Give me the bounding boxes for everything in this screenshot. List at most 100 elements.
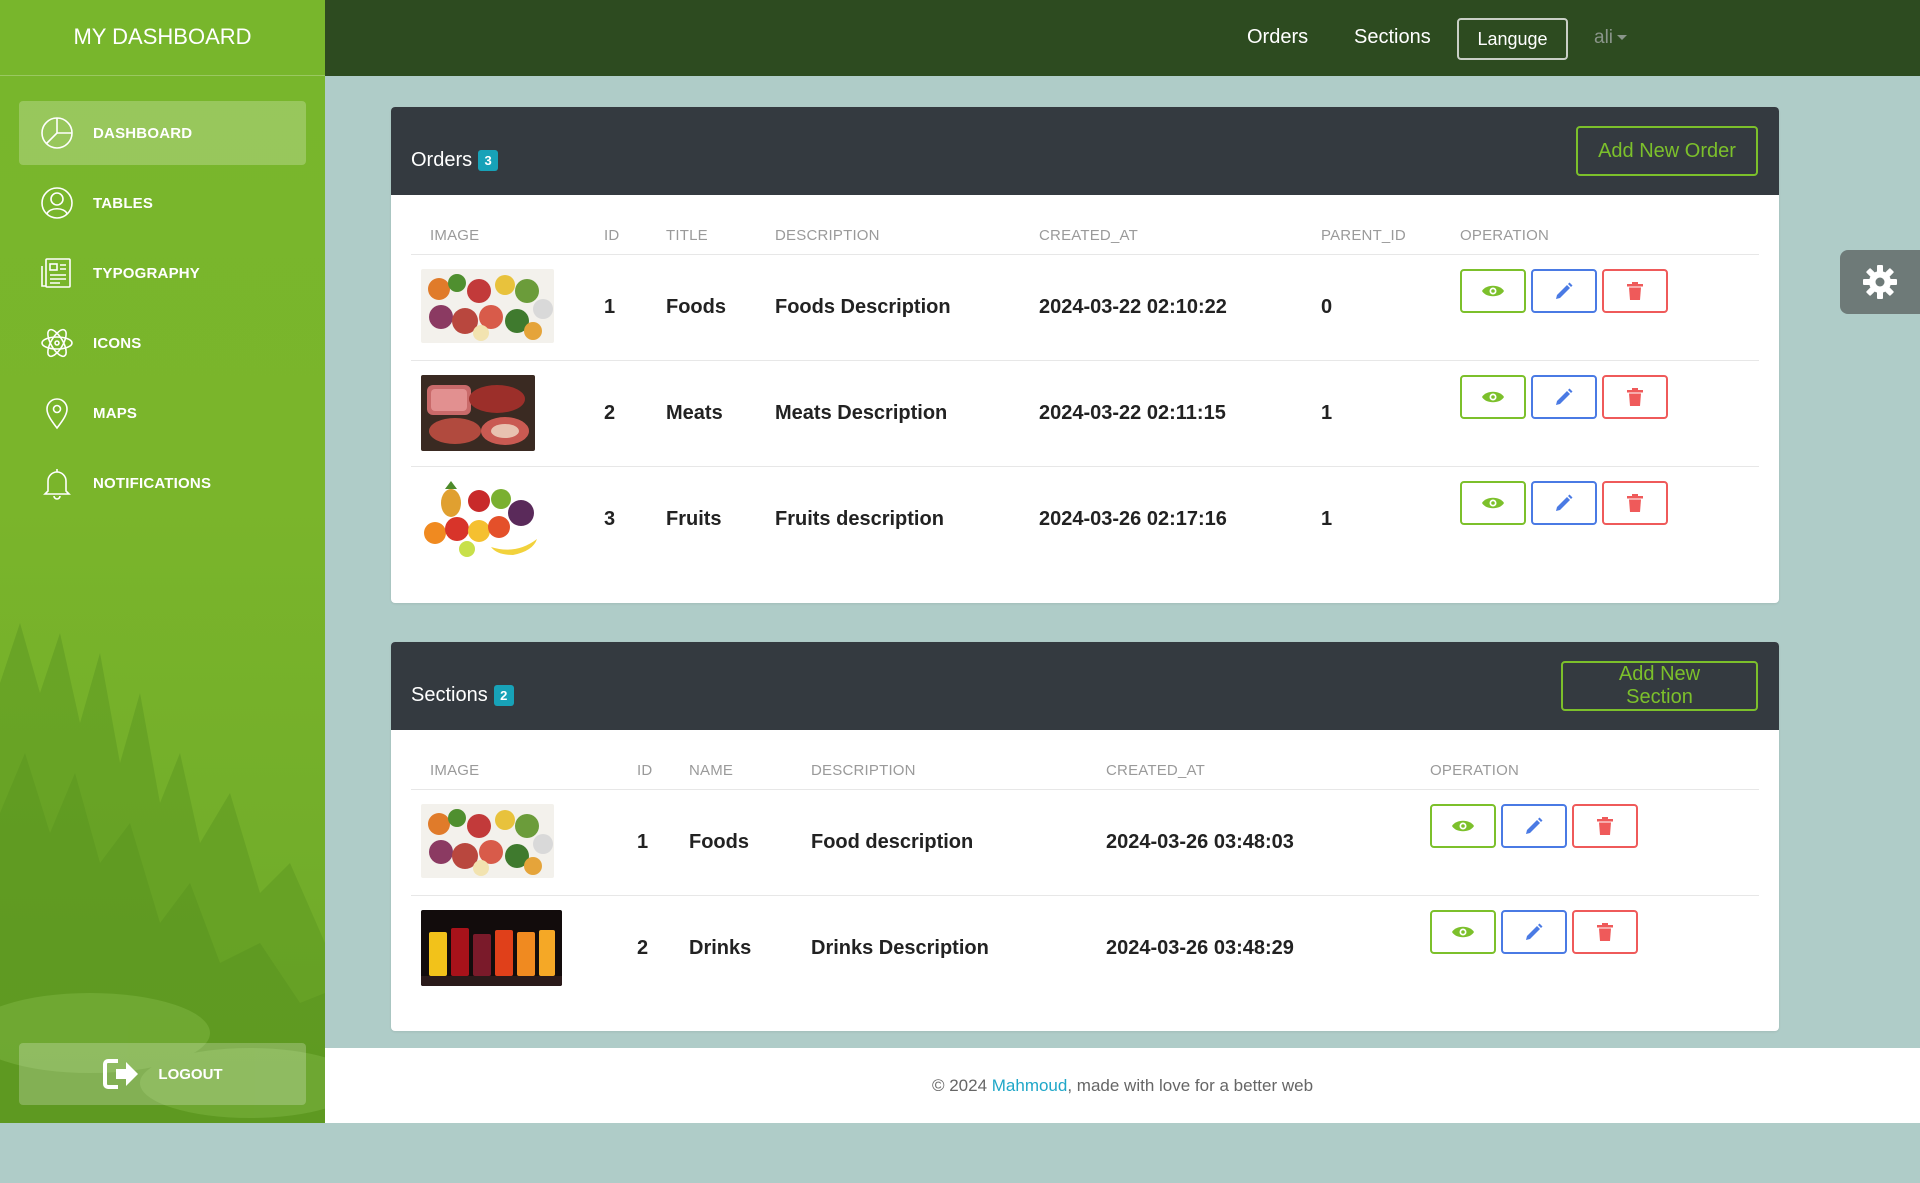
orders-card-header: Orders 3 Add New Order [391,107,1779,195]
section-id: 1 [637,831,649,853]
add-new-section-button[interactable]: Add New Section [1561,661,1758,711]
nav-link-orders[interactable]: Orders [1247,26,1308,49]
column-header-id: ID [637,762,653,779]
column-header-id: ID [604,227,620,244]
order-parent-id: 1 [1321,508,1333,530]
view-button[interactable] [1460,481,1526,525]
column-header-operation: OPERATION [1460,227,1550,244]
sections-card-header: Sections 2 Add New Section [391,642,1779,730]
logout-button[interactable]: LOGOUT [19,1043,306,1105]
column-header-operation: OPERATION [1430,762,1520,779]
sections-title: Sections 2 [411,684,514,707]
footer-tagline: , made with love for a better web [1067,1076,1314,1095]
sidebar-item-maps[interactable]: MAPS [19,381,306,445]
user-circle-icon [39,185,75,221]
section-description: Food description [811,831,974,853]
sidebar-item-label: DASHBOARD [93,124,193,142]
sections-title-text: Sections [411,684,488,706]
user-dropdown[interactable]: ali [1594,27,1628,49]
edit-button[interactable] [1531,375,1597,419]
sign-out-icon [103,1059,139,1089]
column-header-parent-id: PARENT_ID [1321,227,1406,244]
order-description: Foods Description [775,296,951,318]
sidebar-item-tables[interactable]: TABLES [19,171,306,235]
atom-icon [39,325,75,361]
section-created-at: 2024-03-26 03:48:03 [1106,831,1294,853]
language-button[interactable]: Languge [1457,18,1568,60]
column-header-created-at: CREATED_AT [1039,227,1138,244]
sidebar-item-notifications[interactable]: NOTIFICATIONS [19,451,306,515]
sidebar-nav: DASHBOARD TABLES TYPOGRAPHY ICONS MAPS N… [0,76,325,515]
sidebar-item-label: TABLES [93,194,154,212]
eye-icon [1482,391,1504,403]
delete-button[interactable] [1572,910,1638,954]
drinks-image [421,910,562,986]
order-title: Fruits [666,508,722,530]
edit-button[interactable] [1501,910,1567,954]
nav-link-sections[interactable]: Sections [1354,26,1431,49]
pencil-icon [1526,817,1543,834]
sidebar-item-label: TYPOGRAPHY [93,264,201,282]
trash-icon [1627,388,1643,406]
view-button[interactable] [1430,804,1496,848]
order-title: Meats [666,402,723,424]
eye-icon [1452,820,1474,832]
add-new-order-button[interactable]: Add New Order [1576,126,1758,176]
view-button[interactable] [1460,375,1526,419]
eye-icon [1452,926,1474,938]
column-header-image: IMAGE [430,762,480,779]
top-navbar: Orders Sections Languge ali [325,0,1920,76]
edit-button[interactable] [1531,269,1597,313]
table-row: 2 Drinks Drinks Description 2024-03-26 0… [411,896,1759,1002]
pencil-icon [1556,388,1573,405]
trash-icon [1627,494,1643,512]
fruits-image [421,481,543,559]
footer-copyright: © 2024 [931,1076,992,1095]
sidebar-item-dashboard[interactable]: DASHBOARD [19,101,306,165]
order-title: Foods [666,296,726,318]
foods-image [421,804,554,878]
view-button[interactable] [1460,269,1526,313]
orders-title-text: Orders [411,149,473,171]
settings-gear-button[interactable] [1840,250,1920,314]
order-description: Fruits description [775,508,944,530]
sidebar-item-icons[interactable]: ICONS [19,311,306,375]
orders-title: Orders 3 [411,149,499,172]
pencil-icon [1556,494,1573,511]
order-id: 1 [604,296,616,318]
sidebar-item-label: NOTIFICATIONS [93,474,212,492]
edit-button[interactable] [1531,481,1597,525]
forest-background-image [0,623,325,1123]
section-description: Drinks Description [811,937,989,959]
view-button[interactable] [1430,910,1496,954]
pie-chart-icon [39,115,75,151]
sidebar-item-label: ICONS [93,334,142,352]
delete-button[interactable] [1602,375,1668,419]
order-created-at: 2024-03-26 02:17:16 [1039,508,1227,530]
pencil-icon [1526,923,1543,940]
footer-author-link[interactable]: Mahmoud [992,1076,1068,1095]
section-id: 2 [637,937,649,959]
delete-button[interactable] [1572,804,1638,848]
foods-image [421,269,554,343]
orders-table: IMAGE ID TITLE DESCRIPTION CREATED_AT PA… [411,227,1759,573]
delete-button[interactable] [1602,481,1668,525]
sections-table: IMAGE ID NAME DESCRIPTION CREATED_AT OPE… [411,762,1759,1002]
brand-title[interactable]: MY DASHBOARD [0,0,325,76]
section-created-at: 2024-03-26 03:48:29 [1106,937,1294,959]
order-id: 3 [604,508,616,530]
delete-button[interactable] [1602,269,1668,313]
map-pin-icon [39,395,75,431]
sections-card: Sections 2 Add New Section IMAGE ID NAME … [391,642,1779,1031]
user-name: ali [1594,27,1614,48]
sidebar-item-typography[interactable]: TYPOGRAPHY [19,241,306,305]
column-header-title: TITLE [666,227,708,244]
caret-down-icon [1617,35,1628,41]
table-row: 1 Foods Foods Description 2024-03-22 02:… [411,255,1759,361]
gear-icon [1863,265,1897,299]
order-created-at: 2024-03-22 02:11:15 [1039,402,1226,424]
eye-icon [1482,497,1504,509]
eye-icon [1482,285,1504,297]
edit-button[interactable] [1501,804,1567,848]
table-row: 1 Foods Food description 2024-03-26 03:4… [411,790,1759,896]
